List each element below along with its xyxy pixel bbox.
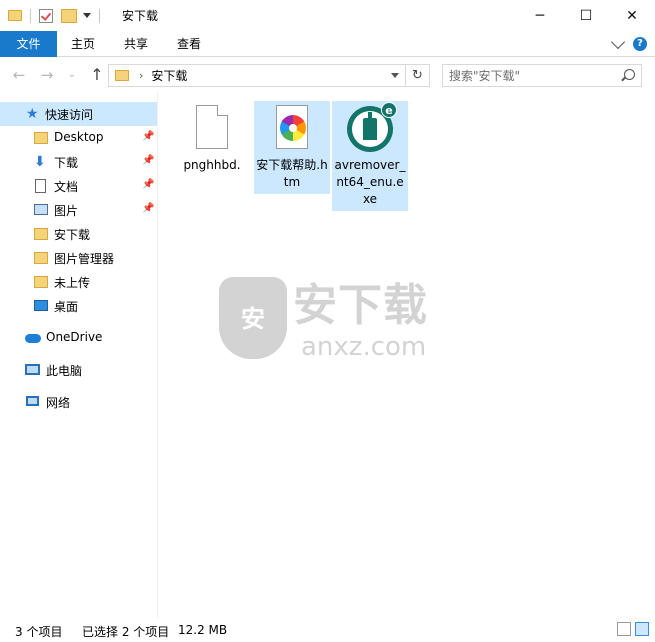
search-input[interactable] bbox=[443, 65, 613, 86]
toolbar-divider bbox=[30, 8, 31, 23]
file-name: pnghhbd. bbox=[183, 158, 241, 172]
watermark-logo: 安 安下载 anxz.com bbox=[219, 275, 439, 365]
details-view-icon[interactable] bbox=[617, 622, 631, 636]
new-folder-icon[interactable] bbox=[61, 8, 77, 23]
document-icon bbox=[35, 179, 46, 193]
sidebar-item-label: 快速访问 bbox=[45, 108, 94, 122]
back-button[interactable]: ← bbox=[9, 64, 29, 86]
selected-size: 12.2 MB bbox=[178, 623, 228, 637]
window-controls: ─ ☐ ✕ bbox=[517, 0, 655, 31]
minimize-button[interactable]: ─ bbox=[517, 0, 563, 31]
help-icon[interactable]: ? bbox=[633, 37, 647, 51]
tab-share[interactable]: 共享 bbox=[114, 31, 158, 57]
address-bar[interactable]: › 安下载 bbox=[108, 64, 406, 87]
breadcrumb-chevron-icon[interactable]: › bbox=[139, 69, 143, 82]
sidebar-item-anxz[interactable]: 安下载 bbox=[0, 222, 157, 246]
forward-button[interactable]: → bbox=[37, 64, 57, 86]
watermark-title: 安下载 bbox=[293, 280, 428, 331]
sidebar-item-label: 图片管理器 bbox=[54, 252, 115, 266]
sidebar-item-label: OneDrive bbox=[46, 330, 103, 344]
pin-icon[interactable]: 📌 bbox=[142, 203, 154, 214]
item-count: 3 个项目 bbox=[15, 625, 63, 639]
toolbar-divider bbox=[99, 8, 100, 23]
customize-toolbar-dropdown-icon[interactable] bbox=[83, 13, 91, 18]
star-icon: ★ bbox=[26, 106, 39, 122]
shield-icon: 安 bbox=[219, 277, 287, 359]
sidebar-item-documents[interactable]: 文档 📌 bbox=[0, 174, 157, 198]
quick-access-toolbar bbox=[0, 0, 108, 31]
watermark-domain: anxz.com bbox=[301, 332, 427, 362]
close-button[interactable]: ✕ bbox=[609, 0, 655, 31]
sidebar-item-label: 此电脑 bbox=[46, 364, 83, 378]
cloud-icon bbox=[25, 334, 41, 343]
sidebar-item-desktop[interactable]: Desktop 📌 bbox=[0, 126, 157, 150]
sidebar-item-downloads[interactable]: ⬇ 下载 📌 bbox=[0, 150, 157, 174]
title-bar: 安下载 ─ ☐ ✕ bbox=[0, 0, 655, 31]
pin-icon[interactable]: 📌 bbox=[142, 155, 154, 166]
computer-icon bbox=[25, 364, 40, 375]
blank-file-icon bbox=[188, 105, 236, 153]
large-icons-view-icon[interactable] bbox=[635, 622, 649, 636]
sidebar-item-desktop-cn[interactable]: 桌面 bbox=[0, 294, 157, 318]
folder-icon bbox=[34, 132, 48, 144]
eset-remover-icon: e bbox=[346, 102, 397, 153]
htm-file-icon bbox=[268, 105, 316, 153]
ribbon-tabs: 文件 主页 共享 查看 ? bbox=[0, 31, 655, 57]
address-dropdown-icon[interactable] bbox=[391, 73, 399, 78]
desktop-icon bbox=[34, 300, 48, 311]
sidebar-item-onedrive[interactable]: OneDrive bbox=[0, 326, 157, 350]
pin-icon[interactable]: 📌 bbox=[142, 179, 154, 190]
properties-icon[interactable] bbox=[39, 8, 53, 23]
sidebar-item-not-uploaded[interactable]: 未上传 bbox=[0, 270, 157, 294]
file-item[interactable]: pnghhbd. bbox=[174, 101, 250, 177]
tab-view[interactable]: 查看 bbox=[167, 31, 211, 57]
file-name: avremover_nt64_enu.exe bbox=[334, 158, 406, 206]
sidebar-item-label: Desktop bbox=[54, 130, 104, 144]
search-box[interactable] bbox=[442, 64, 642, 87]
status-bar: 3 个项目 已选择 2 个项目 12.2 MB bbox=[0, 618, 655, 642]
sidebar-item-label: 下载 bbox=[54, 156, 79, 170]
folder-icon bbox=[34, 228, 48, 240]
sidebar-item-network[interactable]: 网络 bbox=[0, 390, 157, 414]
ribbon-controls: ? bbox=[610, 34, 647, 51]
navigation-pane: ★ 快速访问 Desktop 📌 ⬇ 下载 📌 文档 📌 图片 📌 安下载 图片… bbox=[0, 92, 158, 618]
file-item[interactable]: 安下载帮助.htm bbox=[254, 101, 330, 194]
maximize-button[interactable]: ☐ bbox=[563, 0, 609, 31]
sidebar-item-picture-manager[interactable]: 图片管理器 bbox=[0, 246, 157, 270]
refresh-button[interactable]: ↻ bbox=[406, 64, 430, 87]
file-name: 安下载帮助.htm bbox=[256, 158, 328, 189]
folder-icon bbox=[8, 10, 22, 21]
sidebar-item-label: 图片 bbox=[54, 204, 79, 218]
window-title: 安下载 bbox=[122, 9, 159, 23]
sidebar-item-label: 安下载 bbox=[54, 228, 91, 242]
picture-icon bbox=[34, 204, 48, 215]
sidebar-item-label: 文档 bbox=[54, 180, 79, 194]
sidebar-item-label: 桌面 bbox=[54, 300, 79, 314]
tab-home[interactable]: 主页 bbox=[61, 31, 105, 57]
search-icon[interactable] bbox=[624, 69, 635, 80]
folder-icon bbox=[34, 252, 48, 264]
sidebar-item-quick-access[interactable]: ★ 快速访问 bbox=[0, 102, 157, 126]
sidebar-item-label: 未上传 bbox=[54, 276, 91, 290]
selected-count: 已选择 2 个项目 bbox=[82, 625, 170, 639]
file-item[interactable]: e avremover_nt64_enu.exe bbox=[332, 101, 408, 211]
address-row: ← → ⌄ ↑ › 安下载 ↻ bbox=[0, 58, 655, 92]
folder-icon bbox=[115, 70, 129, 81]
sidebar-item-this-pc[interactable]: 此电脑 bbox=[0, 358, 157, 382]
expand-ribbon-chevron-icon[interactable] bbox=[610, 34, 626, 50]
pin-icon[interactable]: 📌 bbox=[142, 131, 154, 142]
download-arrow-icon: ⬇ bbox=[34, 154, 46, 170]
folder-icon bbox=[34, 276, 48, 288]
file-list: pnghhbd. 安下载帮助.htm e avremover_nt64_enu.… bbox=[158, 92, 655, 618]
recent-locations-button[interactable]: ⌄ bbox=[62, 64, 82, 86]
tab-file[interactable]: 文件 bbox=[0, 31, 57, 57]
view-switcher bbox=[617, 622, 649, 636]
breadcrumb-current[interactable]: 安下载 bbox=[151, 67, 187, 84]
network-icon bbox=[26, 396, 39, 406]
sidebar-item-pictures[interactable]: 图片 📌 bbox=[0, 198, 157, 222]
up-button[interactable]: ↑ bbox=[87, 64, 107, 86]
sidebar-item-label: 网络 bbox=[46, 396, 71, 410]
